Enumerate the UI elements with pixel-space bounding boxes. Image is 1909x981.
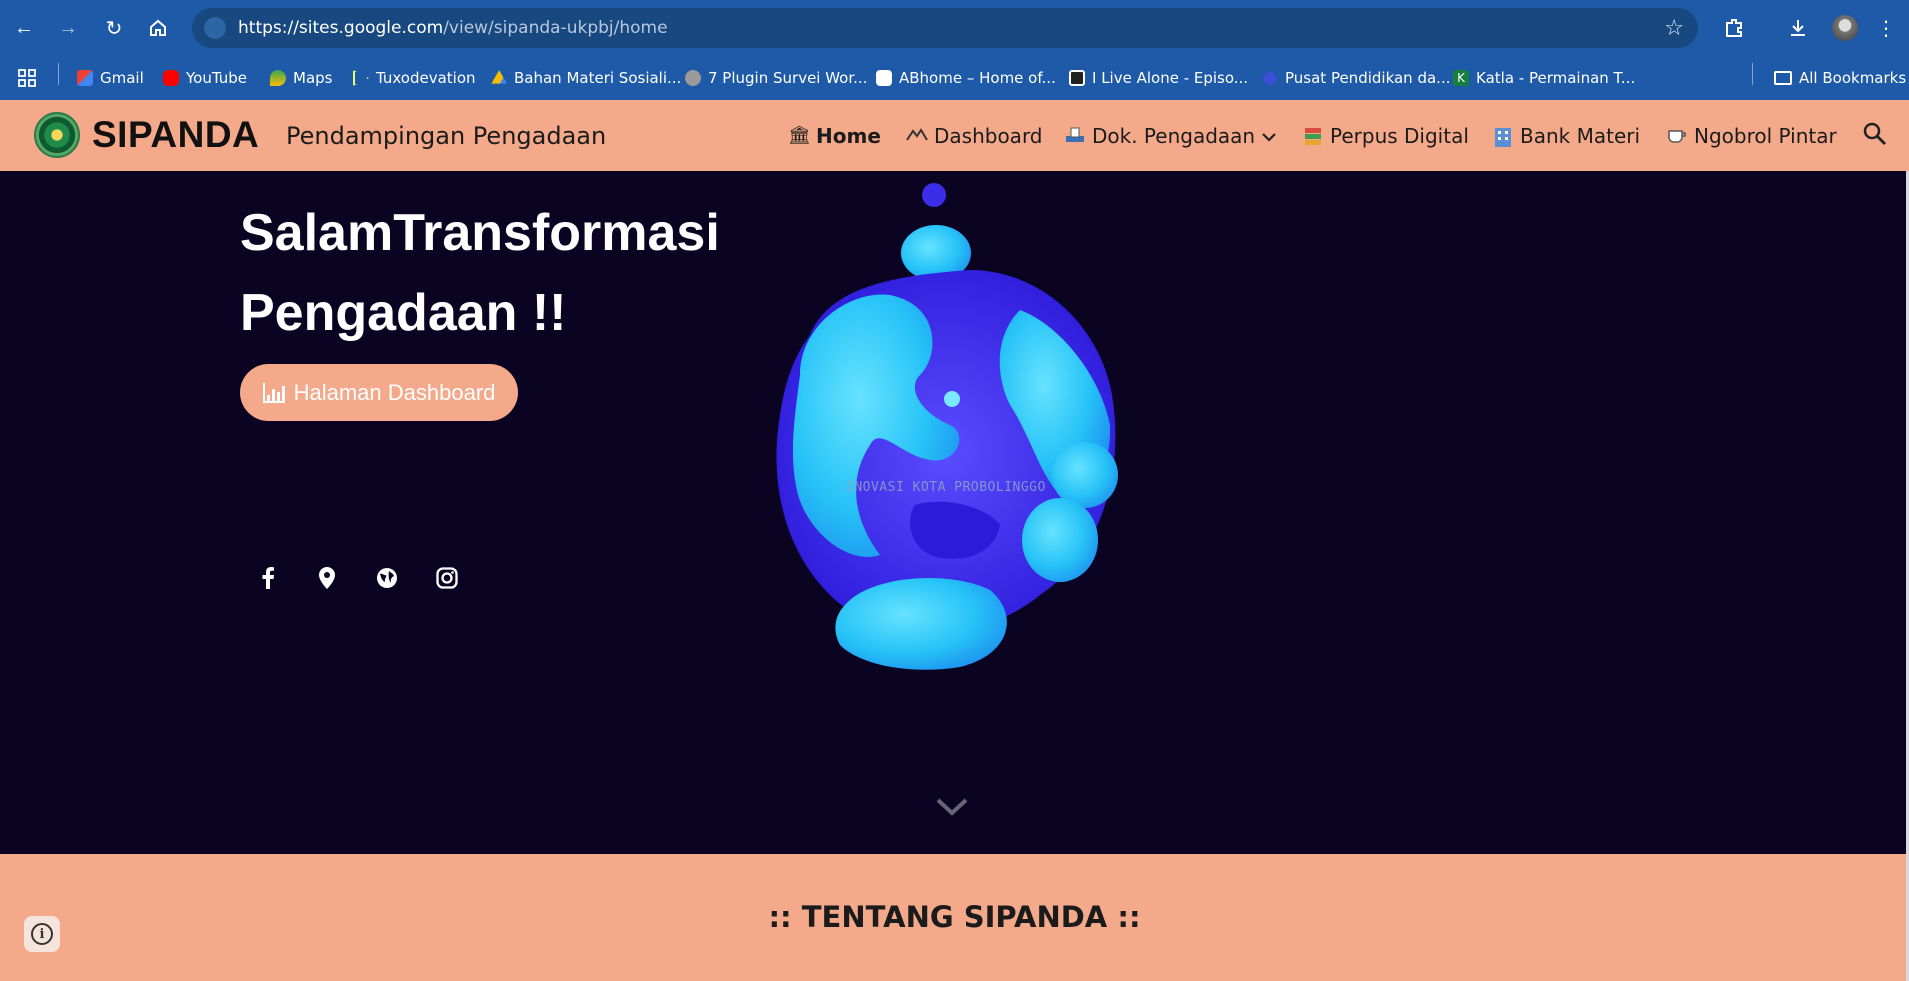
site-icon bbox=[685, 70, 701, 86]
droplet-icon bbox=[876, 70, 892, 86]
dashboard-button[interactable]: Halaman Dashboard bbox=[240, 364, 518, 421]
bookmarks-divider bbox=[58, 63, 59, 85]
bookmark-label: I Live Alone - Episo... bbox=[1092, 69, 1249, 87]
youtube-icon bbox=[163, 70, 179, 86]
nav-perpus-digital[interactable]: Perpus Digital bbox=[1302, 124, 1469, 148]
bookmark-star-icon[interactable]: ☆ bbox=[1664, 15, 1684, 41]
bookmark-label: Tuxodevation bbox=[376, 69, 476, 87]
about-section-title: :: TENTANG SIPANDA :: bbox=[768, 900, 1141, 934]
location-pin-icon[interactable] bbox=[310, 561, 344, 595]
bookmarks-divider bbox=[1752, 63, 1753, 85]
books-icon bbox=[1302, 126, 1324, 146]
bookmark-bahan-materi[interactable]: Bahan Materi Sosiali... bbox=[491, 67, 681, 89]
play-outline-icon bbox=[353, 70, 369, 86]
kebab-menu-icon[interactable]: ⋮ bbox=[1872, 14, 1900, 42]
bookmark-label: Bahan Materi Sosiali... bbox=[514, 69, 682, 87]
gmail-icon bbox=[77, 70, 93, 86]
mountain-chart-icon bbox=[906, 126, 928, 146]
building-icon bbox=[1492, 126, 1514, 147]
nav-bank-materi[interactable]: Bank Materi bbox=[1492, 124, 1640, 148]
bookmark-label: YouTube bbox=[186, 69, 247, 87]
hero-title-line-2: Pengadaan !! bbox=[240, 284, 567, 342]
bookmark-label: Katla - Permainan T... bbox=[1476, 69, 1636, 87]
bookmark-i-live-alone[interactable]: I Live Alone - Episo... bbox=[1069, 67, 1248, 89]
sipanda-logo[interactable] bbox=[34, 112, 80, 158]
apps-grid-icon[interactable] bbox=[18, 67, 36, 89]
bookmark-pusat-pendidikan[interactable]: Pusat Pendidikan da... bbox=[1262, 67, 1450, 89]
coffee-cup-icon bbox=[1666, 126, 1688, 146]
document-tray-icon bbox=[1064, 126, 1086, 146]
address-bar[interactable]: https://sites.google.com/view/sipanda-uk… bbox=[192, 8, 1698, 48]
about-section: :: TENTANG SIPANDA :: i bbox=[0, 854, 1909, 981]
folder-icon bbox=[1774, 71, 1792, 85]
google-drive-icon bbox=[491, 70, 507, 84]
url-text[interactable]: https://sites.google.com/view/sipanda-uk… bbox=[238, 18, 668, 38]
bookmark-7-plugin[interactable]: 7 Plugin Survei Wor... bbox=[685, 67, 867, 89]
bookmark-katla[interactable]: K Katla - Permainan T... bbox=[1453, 67, 1635, 89]
nav-label: Dok. Pengadaan bbox=[1092, 124, 1256, 148]
site-tagline: Pendampingan Pengadaan bbox=[286, 122, 607, 150]
globe-icon[interactable] bbox=[370, 561, 404, 595]
bookmark-tuxodevation[interactable]: Tuxodevation bbox=[353, 67, 476, 89]
profile-avatar[interactable] bbox=[1832, 15, 1858, 41]
dashboard-button-label: Halaman Dashboard bbox=[293, 379, 496, 405]
nav-label: Ngobrol Pintar bbox=[1694, 124, 1837, 148]
facebook-icon[interactable] bbox=[251, 561, 285, 595]
info-icon: i bbox=[31, 923, 53, 945]
browser-toolbar: ← → ↻ https://sites.google.com/view/sipa… bbox=[0, 0, 1909, 56]
nav-home[interactable]: 🏛 Home bbox=[788, 124, 881, 148]
tv-icon bbox=[1069, 70, 1085, 86]
url-path: /view/sipanda-ukpbj/home bbox=[443, 18, 668, 38]
bookmark-maps[interactable]: Maps bbox=[270, 67, 332, 89]
nav-label: Perpus Digital bbox=[1330, 124, 1469, 148]
back-icon[interactable]: ← bbox=[10, 14, 38, 42]
search-icon[interactable] bbox=[1862, 121, 1888, 147]
site-icon bbox=[1262, 70, 1278, 86]
instagram-icon[interactable] bbox=[430, 561, 464, 595]
all-bookmarks[interactable]: All Bookmarks bbox=[1774, 67, 1906, 89]
hero-watermark-text: INOVASI KOTA PROBOLINGGO bbox=[846, 480, 1046, 495]
home-icon[interactable] bbox=[144, 14, 172, 42]
nav-ngobrol-pintar[interactable]: Ngobrol Pintar bbox=[1666, 124, 1837, 148]
site-info-icon[interactable] bbox=[204, 17, 226, 39]
nav-dok-pengadaan[interactable]: Dok. Pengadaan bbox=[1064, 124, 1277, 148]
nav-label: Home bbox=[816, 124, 881, 148]
info-button[interactable]: i bbox=[24, 916, 60, 952]
bookmark-label: Gmail bbox=[100, 69, 144, 87]
site-header: SIPANDA Pendampingan Pengadaan 🏛 Home Da… bbox=[0, 100, 1909, 171]
extensions-icon[interactable] bbox=[1720, 14, 1748, 42]
k-icon: K bbox=[1453, 70, 1469, 86]
hero-title-line-1: SalamTransformasi bbox=[240, 204, 720, 262]
maps-icon bbox=[270, 70, 286, 86]
hero-section: SalamTransformasi Pengadaan !! Halaman D… bbox=[0, 171, 1909, 854]
chevron-down-icon bbox=[1261, 124, 1277, 148]
bookmark-label: 7 Plugin Survei Wor... bbox=[708, 69, 868, 87]
nav-label: Dashboard bbox=[934, 124, 1043, 148]
reload-icon[interactable]: ↻ bbox=[100, 14, 128, 42]
bookmark-abhome[interactable]: ABhome – Home of... bbox=[876, 67, 1056, 89]
hero-3d-blob-illustration bbox=[776, 183, 1118, 670]
bar-chart-icon bbox=[262, 382, 285, 403]
download-icon[interactable] bbox=[1784, 14, 1812, 42]
bank-icon: 🏛 bbox=[788, 125, 811, 146]
site-brand[interactable]: SIPANDA bbox=[92, 114, 259, 156]
bookmark-gmail[interactable]: Gmail bbox=[77, 67, 144, 89]
bookmark-label: ABhome – Home of... bbox=[899, 69, 1056, 87]
hero-title: SalamTransformasi Pengadaan !! bbox=[240, 193, 800, 353]
bookmark-youtube[interactable]: YouTube bbox=[163, 67, 247, 89]
url-domain: https://sites.google.com bbox=[238, 18, 444, 38]
bookmark-label: Pusat Pendidikan da... bbox=[1285, 69, 1451, 87]
nav-dashboard[interactable]: Dashboard bbox=[906, 124, 1043, 148]
forward-icon[interactable]: → bbox=[54, 14, 82, 42]
nav-label: Bank Materi bbox=[1520, 124, 1641, 148]
all-bookmarks-label: All Bookmarks bbox=[1799, 69, 1907, 87]
scroll-down-chevron-icon[interactable] bbox=[934, 795, 970, 819]
bookmark-label: Maps bbox=[293, 69, 333, 87]
